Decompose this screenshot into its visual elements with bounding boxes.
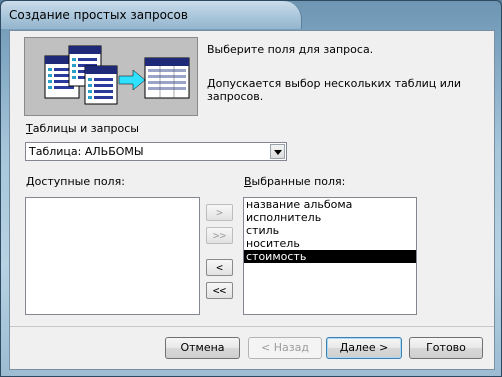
available-fields-label: Доступные поля: xyxy=(26,175,125,188)
add-field-button[interactable]: > xyxy=(206,204,233,221)
chevron-down-icon[interactable] xyxy=(270,144,285,159)
cancel-button[interactable]: Отмена xyxy=(165,337,240,359)
selected-label-hotkey: В xyxy=(244,175,252,188)
add-all-fields-button[interactable]: >> xyxy=(206,227,233,244)
available-fields-list[interactable] xyxy=(25,197,200,315)
dialog-body: Выберите поля для запроса. Допускается в… xyxy=(9,30,495,370)
next-button[interactable]: Далее > xyxy=(326,337,402,359)
dialog-window: Создание простых запросов Выберите поля … xyxy=(0,0,502,377)
tables-label: Таблицы и запросы xyxy=(26,122,139,135)
wizard-illustration xyxy=(24,37,198,116)
back-button[interactable]: < Назад xyxy=(248,337,322,359)
wizard-hint: Допускается выбор нескольких таблиц или … xyxy=(207,77,462,103)
list-item-selected[interactable]: стоимость xyxy=(244,250,416,263)
list-item[interactable]: название альбома xyxy=(244,198,416,211)
window-title: Создание простых запросов xyxy=(9,8,188,22)
remove-all-fields-button[interactable]: << xyxy=(206,282,233,299)
list-item[interactable]: носитель xyxy=(244,237,416,250)
wizard-instruction: Выберите поля для запроса. xyxy=(207,43,374,56)
selected-fields-label: Выбранные поля: xyxy=(244,175,345,188)
tables-combobox-value: Таблица: АЛЬБОМЫ xyxy=(29,145,144,158)
finish-button[interactable]: Готово xyxy=(409,337,483,359)
tables-label-hotkey: Т xyxy=(26,122,33,135)
selected-label-text: ыбранные поля: xyxy=(251,175,346,188)
list-item[interactable]: стиль xyxy=(244,224,416,237)
selected-fields-list[interactable]: название альбома исполнитель стиль носит… xyxy=(243,197,417,315)
footer-divider xyxy=(10,326,494,327)
tables-label-text: аблицы и запросы xyxy=(32,122,139,135)
list-item[interactable]: исполнитель xyxy=(244,211,416,224)
tables-combobox[interactable]: Таблица: АЛЬБОМЫ xyxy=(25,142,287,161)
title-bar[interactable]: Создание простых запросов xyxy=(1,1,302,29)
remove-field-button[interactable]: < xyxy=(206,259,233,276)
available-label-hotkey: Д xyxy=(26,175,35,188)
available-label-text: оступные поля: xyxy=(34,175,125,188)
